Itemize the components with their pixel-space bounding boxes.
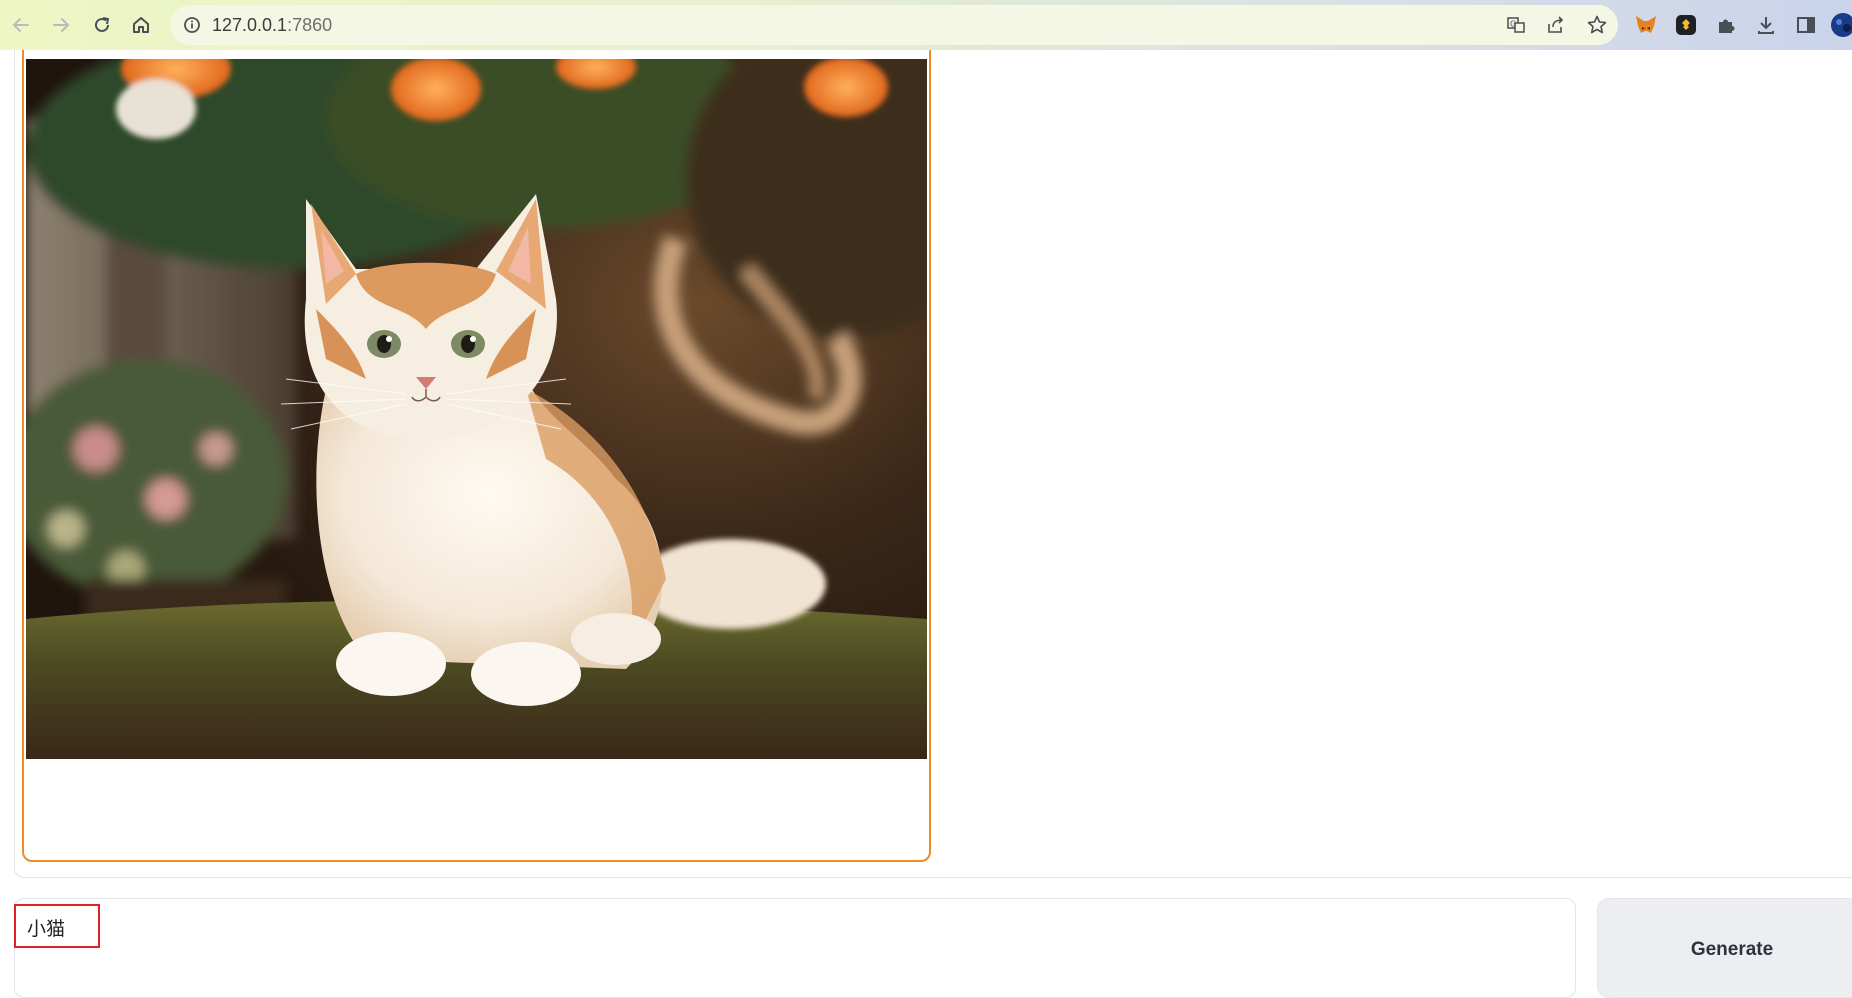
browser-toolbar: 127.0.0.1:7860 G: [0, 0, 1852, 50]
url-host: 127.0.0.1: [212, 15, 288, 35]
translate-icon[interactable]: G: [1506, 15, 1526, 40]
info-icon[interactable]: [182, 15, 202, 35]
extensions-icon[interactable]: [1713, 12, 1739, 38]
reload-icon[interactable]: [89, 12, 115, 38]
prompt-textbox[interactable]: [14, 898, 1576, 998]
metamask-icon[interactable]: [1633, 12, 1659, 38]
url-text: 127.0.0.1:7860: [212, 15, 332, 36]
address-bar[interactable]: 127.0.0.1:7860 G: [170, 5, 1618, 45]
home-icon[interactable]: [128, 12, 154, 38]
prompt-input-value[interactable]: 小猫: [14, 904, 100, 948]
download-icon[interactable]: [1753, 12, 1779, 38]
share-icon[interactable]: [1546, 15, 1566, 40]
star-icon[interactable]: [1586, 14, 1608, 41]
profile-icon[interactable]: [1830, 12, 1852, 38]
url-port: :7860: [287, 15, 333, 35]
generate-button[interactable]: Generate: [1597, 898, 1852, 998]
forward-icon[interactable]: [48, 12, 74, 38]
back-icon[interactable]: [8, 12, 34, 38]
sidepanel-icon[interactable]: [1793, 12, 1819, 38]
binance-icon[interactable]: [1673, 12, 1699, 38]
generated-kitten-image: [26, 59, 927, 759]
